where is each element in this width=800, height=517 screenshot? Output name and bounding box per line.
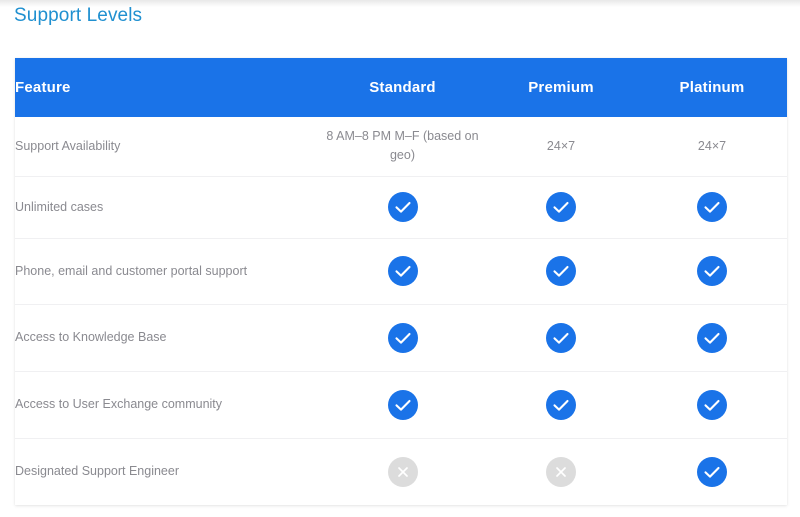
check-circle-icon (697, 192, 727, 222)
cell-standard (320, 370, 485, 438)
column-header-feature: Feature (15, 58, 320, 117)
cell-platinum (637, 437, 787, 505)
cell-standard (320, 437, 485, 505)
cell-standard (320, 175, 485, 238)
column-header-premium: Premium (485, 58, 637, 117)
feature-label: Designated Support Engineer (15, 437, 320, 505)
check-circle-icon (387, 256, 418, 286)
feature-label: Unlimited cases (15, 175, 320, 238)
cell-premium (485, 437, 637, 505)
column-header-standard: Standard (320, 58, 485, 117)
table-row: Access to User Exchange community (15, 370, 787, 438)
support-levels-table-container: Feature Standard Premium Platinum Suppor… (15, 58, 787, 505)
check-circle-icon (697, 256, 727, 286)
table-row: Designated Support Engineer (15, 437, 787, 505)
feature-label: Phone, email and customer portal support (15, 237, 320, 304)
cross-circle-icon (387, 456, 418, 487)
table-row: Phone, email and customer portal support (15, 237, 787, 304)
cell-platinum (637, 370, 787, 438)
table-header-row: Feature Standard Premium Platinum (15, 58, 787, 117)
check-circle-icon (697, 456, 727, 487)
cell-premium (485, 175, 637, 238)
table-header: Feature Standard Premium Platinum (15, 58, 787, 117)
check-circle-icon (546, 192, 576, 222)
cell-platinum (637, 303, 787, 371)
page-title: Support Levels (14, 5, 143, 26)
feature-label: Access to Knowledge Base (15, 303, 320, 371)
table-row: Unlimited cases (15, 175, 787, 238)
check-circle-icon (546, 322, 576, 353)
check-circle-icon (387, 192, 418, 222)
support-levels-page: Support Levels Feature Standard Premium … (0, 0, 800, 517)
check-circle-icon (387, 322, 418, 353)
feature-label: Support Availability (15, 117, 320, 176)
cell-standard (320, 237, 485, 304)
check-circle-icon (387, 389, 418, 420)
table-row: Support Availability 8 AM–8 PM M–F (base… (15, 117, 787, 176)
cell-premium (485, 237, 637, 304)
cell-premium (485, 303, 637, 371)
feature-label: Access to User Exchange community (15, 370, 320, 438)
cell-standard (320, 303, 485, 371)
check-circle-icon (697, 322, 727, 353)
cell-premium: 24×7 (485, 117, 637, 176)
cell-platinum (637, 237, 787, 304)
support-levels-table: Feature Standard Premium Platinum Suppor… (15, 58, 787, 505)
cell-premium (485, 370, 637, 438)
cell-platinum: 24×7 (637, 117, 787, 176)
table-body: Support Availability 8 AM–8 PM M–F (base… (15, 117, 787, 505)
cross-circle-icon (546, 456, 576, 487)
table-row: Access to Knowledge Base (15, 303, 787, 371)
column-header-platinum: Platinum (637, 58, 787, 117)
cell-standard: 8 AM–8 PM M–F (based on geo) (320, 117, 485, 176)
check-circle-icon (697, 389, 727, 420)
check-circle-icon (546, 256, 576, 286)
cell-platinum (637, 175, 787, 238)
check-circle-icon (546, 389, 576, 420)
